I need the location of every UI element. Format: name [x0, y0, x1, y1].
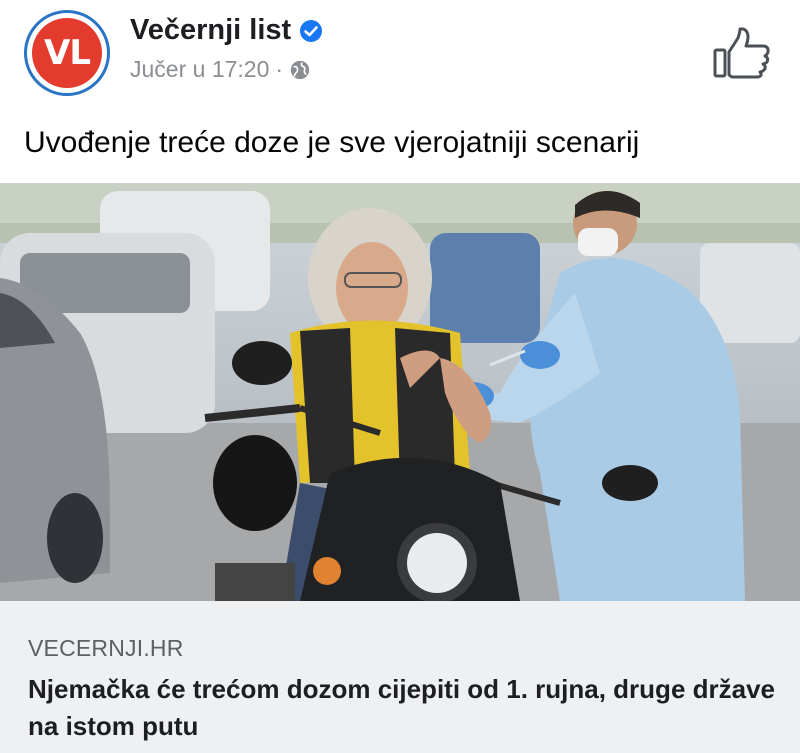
post-timestamp[interactable]: Jučer u 17:20: [130, 56, 269, 83]
thumbs-up-icon[interactable]: [712, 26, 772, 80]
page-name[interactable]: Večernji list: [130, 14, 291, 47]
verified-badge-icon: [300, 19, 323, 42]
link-domain: VECERNJI.HR: [28, 635, 184, 661]
link-preview-card[interactable]: VECERNJI.HR Njemačka će trećom dozom cij…: [0, 601, 800, 753]
page-avatar[interactable]: VL: [24, 10, 110, 96]
post-header: VL Večernji list Jučer u 17:20 ·: [0, 0, 800, 120]
globe-icon: [290, 60, 310, 79]
link-headline[interactable]: Njemačka će trećom dozom cijepiti od 1. …: [28, 671, 788, 745]
post-meta: Jučer u 17:20 ·: [130, 56, 311, 83]
post-text: Uvođenje treće doze je sve vjerojatniji …: [24, 126, 640, 159]
meta-separator: ·: [275, 56, 284, 82]
page-name-row: Večernji list: [130, 14, 323, 47]
vaccination-photo-illustration: [0, 183, 800, 601]
avatar-logo: VL: [32, 18, 102, 88]
post-photo[interactable]: [0, 183, 800, 601]
